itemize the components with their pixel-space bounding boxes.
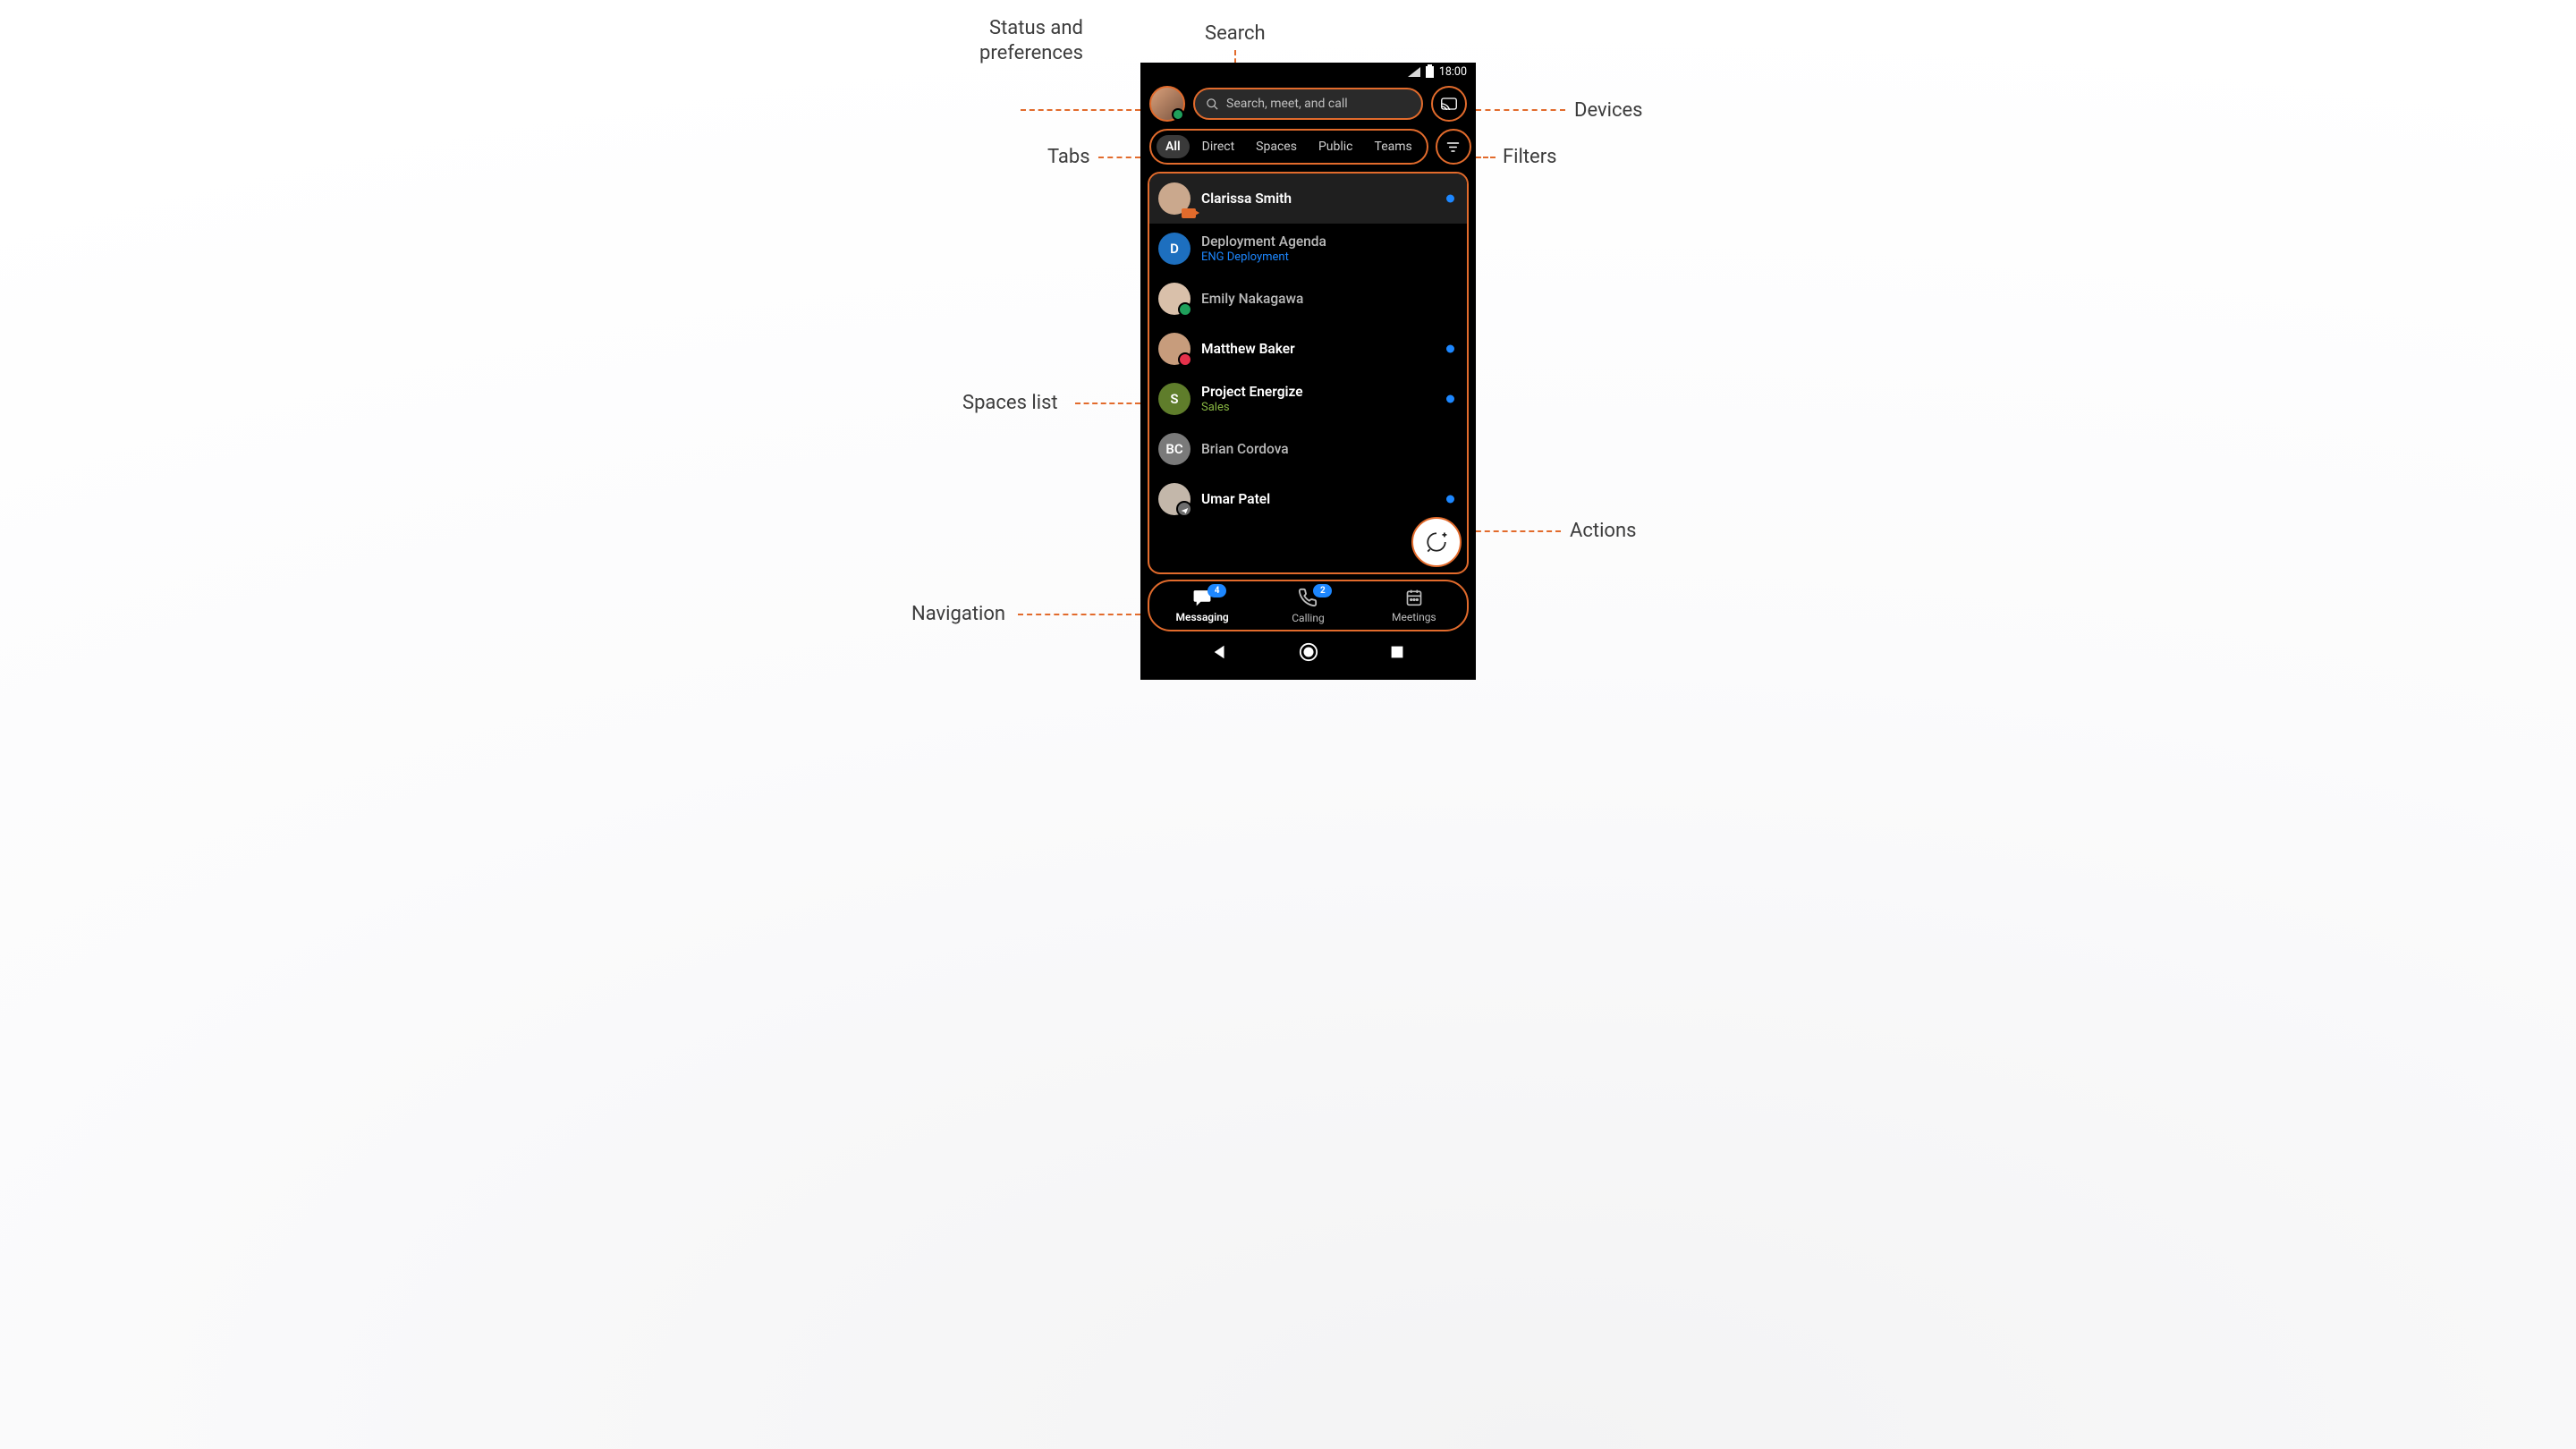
space-row[interactable]: BC Brian Cordova bbox=[1149, 424, 1467, 474]
system-status-bar: 18:00 bbox=[1140, 63, 1476, 80]
spaces-list: Clarissa Smith D Deployment AgendaENG Depl… bbox=[1148, 172, 1469, 574]
space-row[interactable]: S Project EnergizeSales bbox=[1149, 374, 1467, 424]
phone-frame: 18:00 Search, meet, and call AllDirectSp… bbox=[1140, 63, 1476, 680]
space-text: Emily Nakagawa bbox=[1201, 291, 1303, 307]
nav-badge: 4 bbox=[1208, 584, 1226, 597]
nav-meetings[interactable]: Meetings bbox=[1361, 581, 1467, 630]
dash-navigation bbox=[1018, 614, 1140, 615]
space-text: Brian Cordova bbox=[1201, 441, 1289, 457]
space-avatar bbox=[1158, 333, 1191, 365]
tab-direct[interactable]: Direct bbox=[1193, 135, 1244, 158]
annotation-devices: Devices bbox=[1574, 98, 1643, 123]
filters-button[interactable] bbox=[1436, 129, 1471, 165]
unread-indicator bbox=[1446, 395, 1454, 403]
presence-indicator bbox=[1178, 302, 1192, 317]
nav-label: Messaging bbox=[1176, 611, 1229, 623]
space-text: Matthew Baker bbox=[1201, 341, 1295, 357]
compose-icon bbox=[1425, 530, 1448, 554]
space-text: Clarissa Smith bbox=[1201, 191, 1292, 207]
dash-tabs bbox=[1098, 157, 1140, 158]
annotation-actions: Actions bbox=[1570, 519, 1636, 544]
unread-indicator bbox=[1446, 496, 1454, 504]
tabs-container: AllDirectSpacesPublicTeams bbox=[1149, 129, 1428, 165]
annotation-search: Search bbox=[1205, 21, 1266, 47]
space-text: Deployment AgendaENG Deployment bbox=[1201, 233, 1326, 264]
filter-icon bbox=[1446, 141, 1460, 153]
dash-filters bbox=[1476, 157, 1496, 158]
devices-button[interactable] bbox=[1431, 86, 1467, 122]
android-soft-keys bbox=[1140, 635, 1476, 669]
space-subtitle: ENG Deployment bbox=[1201, 250, 1326, 264]
space-row[interactable]: Emily Nakagawa bbox=[1149, 274, 1467, 324]
cast-icon bbox=[1441, 97, 1457, 110]
signal-icon bbox=[1408, 67, 1420, 77]
annotation-spaces-list: Spaces list bbox=[962, 391, 1058, 416]
space-title: Umar Patel bbox=[1201, 491, 1270, 507]
away-badge-icon bbox=[1176, 501, 1192, 517]
tab-public[interactable]: Public bbox=[1309, 135, 1362, 158]
back-key[interactable] bbox=[1212, 644, 1228, 660]
unread-indicator bbox=[1446, 195, 1454, 203]
annotation-filters: Filters bbox=[1503, 145, 1557, 170]
dash-spaces-list bbox=[1075, 402, 1140, 404]
space-avatar bbox=[1158, 283, 1191, 315]
space-text: Umar Patel bbox=[1201, 491, 1270, 507]
tab-spaces[interactable]: Spaces bbox=[1247, 135, 1306, 158]
tab-teams[interactable]: Teams bbox=[1366, 135, 1421, 158]
space-row[interactable]: Clarissa Smith bbox=[1149, 174, 1467, 224]
space-row[interactable]: Matthew Baker bbox=[1149, 324, 1467, 374]
space-avatar: S bbox=[1158, 383, 1191, 415]
new-message-fab[interactable] bbox=[1411, 517, 1462, 567]
space-title: Emily Nakagawa bbox=[1201, 291, 1303, 307]
annotation-tabs: Tabs bbox=[1047, 145, 1090, 170]
space-avatar: D bbox=[1158, 233, 1191, 265]
presence-indicator bbox=[1178, 352, 1192, 367]
camera-badge-icon bbox=[1182, 208, 1196, 218]
annotation-navigation: Navigation bbox=[911, 602, 1005, 627]
space-subtitle: Sales bbox=[1201, 401, 1303, 414]
space-row[interactable]: Umar Patel bbox=[1149, 474, 1467, 524]
space-title: Project Energize bbox=[1201, 384, 1303, 400]
space-row[interactable]: D Deployment AgendaENG Deployment bbox=[1149, 224, 1467, 274]
bottom-navigation: Messaging 4 Calling 2 Meetings bbox=[1148, 580, 1469, 631]
tabs-row: AllDirectSpacesPublicTeams bbox=[1140, 129, 1476, 170]
search-icon bbox=[1206, 97, 1219, 111]
unread-indicator bbox=[1446, 345, 1454, 353]
space-title: Brian Cordova bbox=[1201, 441, 1289, 457]
dash-actions bbox=[1467, 530, 1561, 532]
nav-badge: 2 bbox=[1313, 584, 1332, 597]
space-text: Project EnergizeSales bbox=[1201, 384, 1303, 414]
search-input[interactable]: Search, meet, and call bbox=[1193, 88, 1423, 120]
space-avatar bbox=[1158, 483, 1191, 515]
nav-calling[interactable]: Calling 2 bbox=[1255, 581, 1360, 630]
nav-messaging[interactable]: Messaging 4 bbox=[1149, 581, 1255, 630]
space-avatar: BC bbox=[1158, 433, 1191, 465]
nav-label: Meetings bbox=[1392, 611, 1436, 623]
space-title: Deployment Agenda bbox=[1201, 233, 1326, 250]
calendar-icon bbox=[1405, 589, 1423, 609]
search-placeholder: Search, meet, and call bbox=[1226, 97, 1348, 111]
battery-icon bbox=[1426, 66, 1434, 78]
dash-devices bbox=[1476, 109, 1565, 111]
recents-key[interactable] bbox=[1390, 645, 1404, 659]
space-avatar bbox=[1158, 182, 1191, 215]
clock: 18:00 bbox=[1439, 65, 1467, 79]
home-key[interactable] bbox=[1299, 642, 1318, 662]
tab-all[interactable]: All bbox=[1157, 135, 1190, 158]
space-title: Matthew Baker bbox=[1201, 341, 1295, 357]
profile-avatar-button[interactable] bbox=[1149, 86, 1185, 122]
app-header: Search, meet, and call bbox=[1140, 80, 1476, 129]
dash-status-prefs bbox=[1021, 109, 1140, 111]
nav-label: Calling bbox=[1292, 612, 1324, 624]
annotation-status-prefs: Status and preferences bbox=[979, 16, 1083, 65]
space-title: Clarissa Smith bbox=[1201, 191, 1292, 207]
